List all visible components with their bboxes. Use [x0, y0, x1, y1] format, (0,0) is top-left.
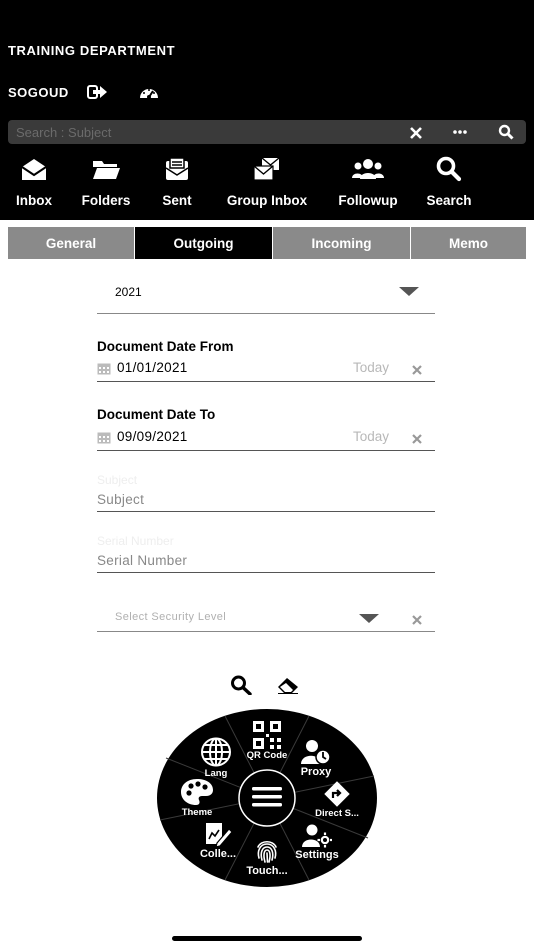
subject-field — [97, 488, 435, 512]
globe-icon — [200, 737, 232, 767]
search-icon — [434, 155, 464, 183]
sent-icon — [162, 155, 192, 183]
date-to-label: Document Date To — [97, 407, 216, 422]
nav-search[interactable]: Search — [420, 155, 478, 208]
user-row: SOGOUD — [8, 84, 159, 100]
inbox-icon — [19, 155, 49, 183]
eraser-icon[interactable] — [276, 676, 300, 694]
main-nav: Inbox Folders Sent Group Inbox Followup — [0, 155, 534, 215]
wheel-item-theme[interactable]: Theme — [174, 778, 220, 818]
chevron-down-icon — [359, 614, 379, 623]
year-value: 2021 — [115, 285, 142, 299]
proxy-icon — [301, 739, 331, 765]
group-inbox-icon — [252, 155, 282, 183]
search-input[interactable] — [16, 123, 396, 141]
calendar-icon — [97, 431, 111, 444]
department-title: TRAINING DEPARTMENT — [8, 43, 176, 58]
qr-code-icon — [253, 721, 281, 749]
wheel-item-label: QR Code — [246, 750, 288, 761]
nav-label: Search — [426, 193, 472, 208]
menu-icon[interactable] — [251, 786, 283, 810]
logout-icon[interactable] — [86, 84, 109, 100]
nav-label: Inbox — [16, 193, 52, 208]
document-type-tabs: General Outgoing Incoming Memo — [8, 227, 526, 259]
today-button[interactable]: Today — [353, 429, 389, 444]
wheel-item-touch-id[interactable]: Touch... — [238, 838, 296, 877]
wheel-item-label: Proxy — [300, 766, 332, 778]
date-from-field[interactable]: 01/01/2021 Today — [97, 358, 435, 382]
tab-general[interactable]: General — [8, 227, 135, 259]
tab-memo[interactable]: Memo — [411, 227, 526, 259]
clear-icon[interactable] — [411, 432, 423, 444]
subject-input[interactable] — [97, 488, 435, 510]
nav-sent[interactable]: Sent — [154, 155, 200, 208]
wheel-item-label: Colle... — [199, 848, 237, 860]
date-to-field[interactable]: 09/09/2021 Today — [97, 427, 435, 451]
nav-label: Group Inbox — [226, 193, 308, 208]
direct-send-icon — [324, 781, 350, 807]
settings-icon — [302, 824, 332, 848]
followup-icon — [351, 155, 385, 183]
wheel-item-proxy[interactable]: Proxy — [294, 739, 338, 778]
wheel-item-settings[interactable]: Settings — [290, 824, 344, 861]
wheel-item-collect[interactable]: Colle... — [192, 821, 244, 860]
radial-menu: QR Code Proxy Direct S... Settings Touch… — [156, 708, 378, 888]
clear-icon[interactable] — [411, 613, 423, 625]
wheel-item-label: Settings — [295, 849, 339, 861]
dashboard-icon[interactable] — [139, 84, 159, 100]
nav-label: Followup — [338, 193, 398, 208]
date-to-value: 09/09/2021 — [117, 429, 188, 444]
search-icon[interactable] — [498, 124, 514, 140]
palette-icon — [180, 778, 214, 806]
chevron-down-icon — [399, 287, 419, 296]
serial-field — [97, 549, 435, 573]
nav-inbox[interactable]: Inbox — [8, 155, 60, 208]
app-header: TRAINING DEPARTMENT SOGOUD Inbox — [0, 0, 534, 220]
clear-icon[interactable] — [411, 363, 423, 375]
security-level-select[interactable]: Select Security Level — [97, 604, 435, 632]
folders-icon — [91, 155, 121, 183]
date-from-value: 01/01/2021 — [117, 360, 188, 375]
wheel-item-label: Theme — [181, 807, 213, 818]
date-from-label: Document Date From — [97, 339, 234, 354]
tab-outgoing[interactable]: Outgoing — [135, 227, 273, 259]
collect-icon — [203, 821, 233, 848]
search-bar — [8, 120, 526, 144]
more-icon[interactable] — [452, 124, 468, 140]
user-name: SOGOUD — [8, 84, 69, 100]
serial-number-input[interactable] — [97, 549, 435, 571]
wheel-item-label: Lang — [204, 768, 228, 779]
nav-followup[interactable]: Followup — [332, 155, 404, 208]
wheel-item-direct-send[interactable]: Direct S... — [310, 781, 364, 819]
nav-group-inbox[interactable]: Group Inbox — [218, 155, 316, 208]
fingerprint-icon — [254, 838, 280, 864]
clear-icon[interactable] — [410, 126, 422, 139]
tab-incoming[interactable]: Incoming — [273, 227, 411, 259]
search-icon[interactable] — [230, 675, 252, 696]
wheel-item-qr-code[interactable]: QR Code — [242, 721, 292, 761]
subject-label: Subject — [97, 473, 138, 487]
nav-label: Folders — [81, 193, 131, 208]
today-button[interactable]: Today — [353, 360, 389, 375]
wheel-item-language[interactable]: Lang — [196, 737, 236, 779]
nav-folders[interactable]: Folders — [76, 155, 136, 208]
year-select[interactable]: 2021 — [97, 276, 435, 314]
wheel-item-label: Direct S... — [315, 808, 359, 819]
wheel-item-label: Touch... — [246, 865, 288, 877]
security-level-placeholder: Select Security Level — [115, 611, 227, 623]
calendar-icon — [97, 362, 111, 375]
home-indicator[interactable] — [172, 936, 362, 941]
serial-label: Serial Number — [97, 534, 174, 548]
nav-label: Sent — [162, 193, 192, 208]
